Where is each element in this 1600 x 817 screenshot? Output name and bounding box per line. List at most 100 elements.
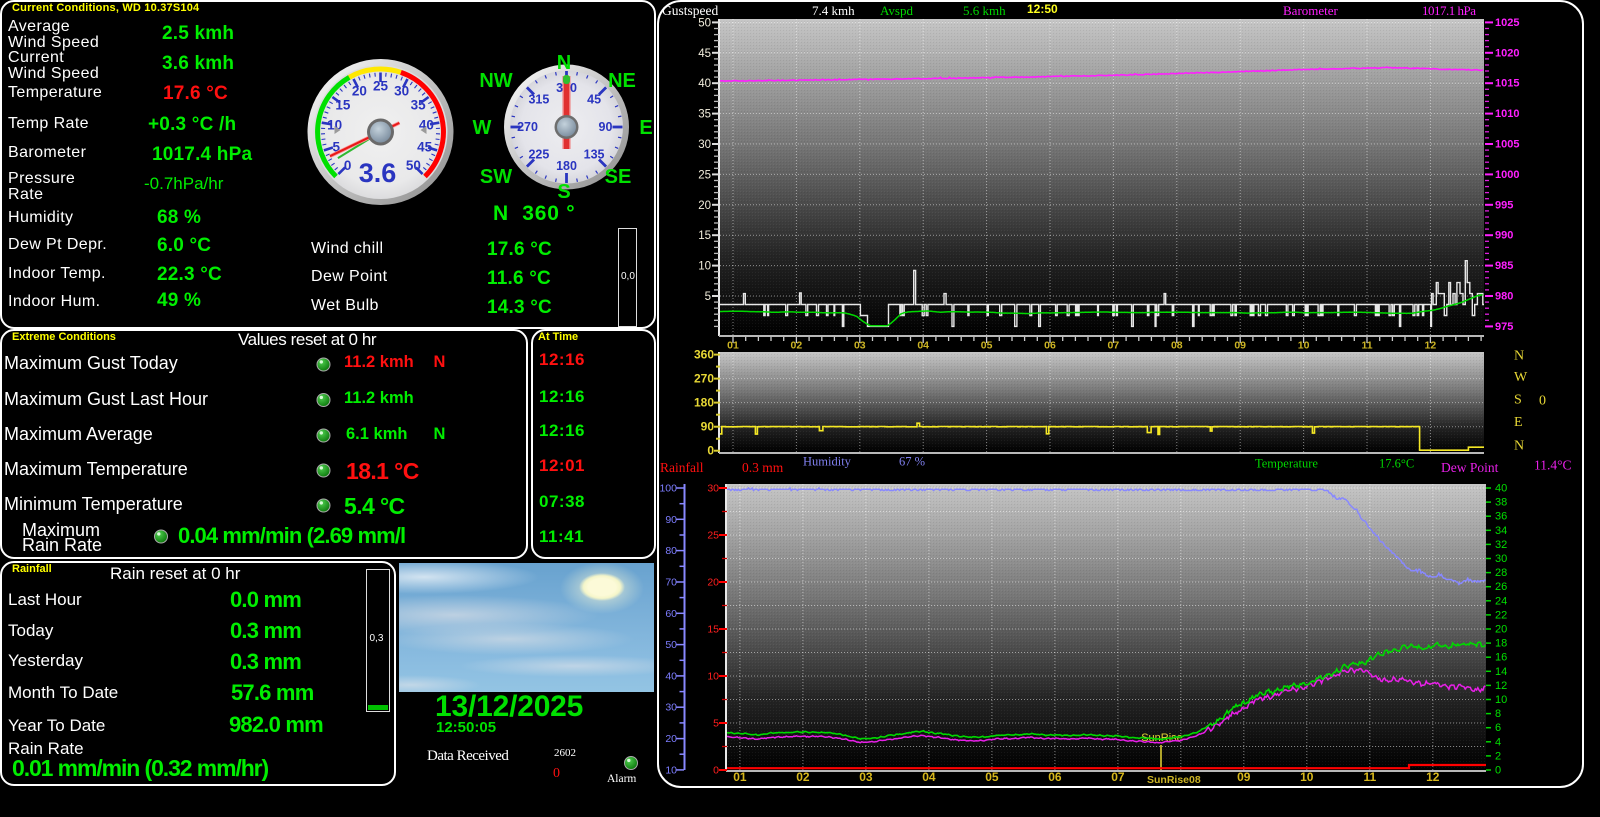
svg-text:04: 04: [922, 770, 936, 784]
svg-text:0: 0: [707, 444, 714, 458]
svg-text:Gustspeed: Gustspeed: [662, 3, 718, 18]
svg-text:0.3 mm: 0.3 mm: [742, 460, 784, 475]
svg-text:360: 360: [694, 348, 714, 362]
svg-text:04: 04: [917, 340, 929, 352]
svg-text:09: 09: [1234, 340, 1246, 352]
svg-text:975: 975: [1495, 321, 1513, 333]
svg-text:05: 05: [981, 340, 993, 352]
svg-text:30: 30: [698, 139, 711, 151]
svg-text:50: 50: [665, 639, 677, 651]
svg-text:0: 0: [1539, 393, 1546, 408]
svg-text:11: 11: [1363, 770, 1376, 784]
svg-text:8: 8: [1495, 708, 1501, 720]
svg-text:36: 36: [1495, 511, 1507, 523]
svg-text:50: 50: [406, 158, 421, 173]
svg-text:S: S: [557, 181, 570, 203]
svg-text:07: 07: [1108, 340, 1120, 352]
svg-text:Rainfall: Rainfall: [660, 460, 704, 475]
svg-text:03: 03: [854, 340, 866, 352]
svg-text:W: W: [473, 117, 492, 139]
svg-text:20: 20: [665, 733, 677, 745]
svg-text:N: N: [1514, 349, 1524, 364]
svg-text:25: 25: [698, 169, 711, 181]
svg-text:05: 05: [985, 770, 999, 784]
svg-text:180: 180: [694, 396, 714, 410]
svg-text:38: 38: [1495, 497, 1507, 509]
svg-text:N: N: [1514, 439, 1524, 454]
svg-text:40: 40: [698, 78, 711, 90]
svg-text:45: 45: [698, 48, 711, 60]
svg-text:Humidity: Humidity: [803, 455, 852, 469]
svg-text:14: 14: [1495, 666, 1507, 678]
svg-text:Temperature: Temperature: [1255, 457, 1318, 471]
svg-text:11: 11: [1361, 340, 1372, 352]
svg-text:12:50: 12:50: [1027, 2, 1058, 16]
svg-text:30: 30: [1495, 553, 1507, 565]
svg-text:20: 20: [352, 84, 367, 99]
svg-text:NW: NW: [479, 70, 512, 92]
svg-text:10: 10: [698, 261, 711, 273]
svg-text:5: 5: [705, 291, 711, 303]
svg-text:06: 06: [1044, 340, 1056, 352]
svg-text:90: 90: [701, 420, 715, 434]
svg-text:15: 15: [335, 98, 351, 113]
svg-text:10: 10: [707, 671, 719, 683]
svg-text:02: 02: [796, 770, 810, 784]
svg-text:12: 12: [1495, 680, 1507, 692]
svg-text:E: E: [639, 117, 652, 139]
svg-text:09: 09: [1237, 770, 1251, 784]
svg-text:3.6: 3.6: [359, 158, 397, 188]
svg-text:1000: 1000: [1495, 169, 1519, 181]
svg-text:26: 26: [1495, 581, 1507, 593]
svg-text:17.6°C: 17.6°C: [1379, 457, 1414, 471]
svg-text:67 %: 67 %: [899, 455, 925, 469]
svg-text:24: 24: [1495, 595, 1507, 607]
svg-text:35: 35: [698, 109, 711, 121]
svg-text:90: 90: [665, 514, 677, 526]
svg-text:40: 40: [1495, 483, 1507, 495]
svg-text:07: 07: [1111, 770, 1125, 784]
svg-text:70: 70: [665, 577, 677, 589]
svg-text:SunRise08: SunRise08: [1147, 774, 1201, 786]
svg-text:01: 01: [727, 340, 739, 352]
svg-text:10: 10: [1298, 340, 1310, 352]
svg-text:01: 01: [733, 770, 747, 784]
svg-text:NE: NE: [608, 70, 636, 92]
svg-text:SE: SE: [605, 166, 632, 188]
svg-text:28: 28: [1495, 567, 1507, 579]
svg-text:90: 90: [599, 120, 613, 134]
svg-text:20: 20: [707, 577, 719, 589]
svg-text:34: 34: [1495, 525, 1507, 537]
svg-text:30: 30: [707, 483, 719, 495]
svg-text:1025: 1025: [1495, 17, 1519, 29]
svg-text:180: 180: [556, 159, 577, 173]
svg-text:4: 4: [1495, 736, 1501, 748]
svg-text:135: 135: [584, 148, 605, 162]
svg-text:11.4°C: 11.4°C: [1534, 458, 1572, 473]
svg-text:03: 03: [859, 770, 873, 784]
svg-text:20: 20: [698, 200, 711, 212]
svg-text:Barometer: Barometer: [1283, 3, 1339, 18]
svg-text:985: 985: [1495, 260, 1513, 272]
svg-text:E: E: [1514, 415, 1523, 430]
svg-text:270: 270: [694, 372, 714, 386]
svg-text:16: 16: [1495, 652, 1507, 664]
svg-text:10: 10: [1300, 770, 1314, 784]
svg-text:1010: 1010: [1495, 108, 1519, 120]
svg-text:25: 25: [707, 530, 719, 542]
svg-text:995: 995: [1495, 199, 1513, 211]
svg-text:270: 270: [517, 120, 538, 134]
svg-text:20: 20: [1495, 624, 1507, 636]
svg-text:0: 0: [1495, 765, 1501, 777]
svg-text:1005: 1005: [1495, 139, 1519, 151]
svg-text:06: 06: [1048, 770, 1062, 784]
svg-text:N: N: [557, 52, 571, 74]
svg-text:35: 35: [411, 98, 427, 113]
svg-text:S: S: [1514, 392, 1522, 407]
svg-text:1017.1 hPa: 1017.1 hPa: [1422, 3, 1476, 18]
svg-text:1020: 1020: [1495, 47, 1519, 59]
svg-text:5.6 kmh: 5.6 kmh: [963, 3, 1006, 18]
svg-text:0: 0: [344, 158, 352, 173]
svg-text:15: 15: [698, 230, 711, 242]
svg-text:30: 30: [394, 84, 409, 99]
